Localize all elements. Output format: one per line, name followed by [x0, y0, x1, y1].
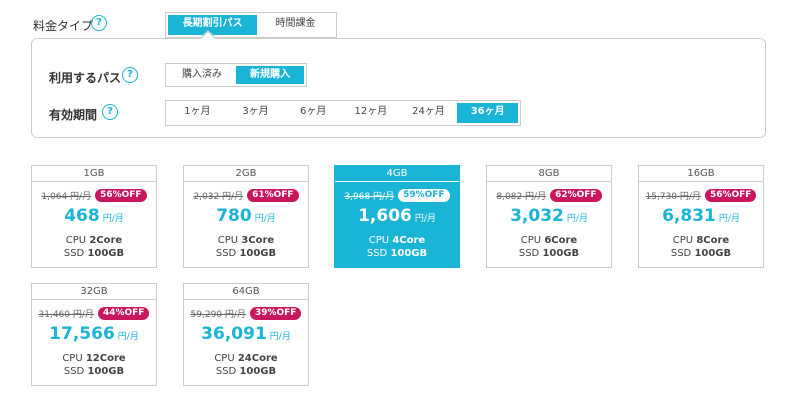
ssd-spec: 100GB: [390, 248, 428, 259]
plan-card-16gb[interactable]: 16GB 15,730 円/月 56%OFF 6,831 円/月 CPU 8Core…: [638, 165, 764, 268]
plan-price: 468: [64, 206, 100, 226]
cpu-spec: 24Core: [237, 353, 278, 364]
cpu-label: CPU: [520, 235, 542, 246]
plan-name: 16GB: [639, 166, 763, 182]
ssd-spec: 100GB: [542, 248, 580, 259]
use-pass-option-new[interactable]: 新規購入: [236, 66, 304, 84]
ssd-label: SSD: [518, 248, 540, 259]
plan-card-1gb[interactable]: 1GB 1,064 円/月 56%OFF 468 円/月 CPU 2Core SSD …: [31, 165, 157, 268]
plan-name: 32GB: [32, 284, 156, 300]
validity-option-36m[interactable]: 36ヶ月: [457, 103, 519, 123]
validity-toggle: 1ヶ月 3ヶ月 6ヶ月 12ヶ月 24ヶ月 36ヶ月: [165, 100, 521, 126]
plan-price: 17,566: [49, 324, 115, 344]
validity-help-icon[interactable]: ?: [102, 104, 118, 120]
fee-type-help-icon[interactable]: ?: [91, 15, 107, 31]
price-unit: 円/月: [414, 214, 436, 224]
cpu-label: CPU: [62, 353, 83, 364]
discount-badge: 56%OFF: [95, 188, 147, 202]
use-pass-label: 利用するパス: [49, 71, 122, 85]
original-price: 2,032 円/月: [193, 191, 244, 202]
use-pass-help-icon[interactable]: ?: [122, 67, 138, 83]
plan-name: 64GB: [184, 284, 308, 300]
plan-price: 1,606: [358, 206, 412, 226]
ssd-label: SSD: [63, 248, 85, 259]
cpu-spec: 4Core: [392, 235, 426, 246]
cpu-label: CPU: [368, 235, 390, 246]
original-price: 59,290 円/月: [190, 309, 246, 320]
cpu-label: CPU: [672, 235, 694, 246]
plan-card-4gb[interactable]: 4GB 3,968 円/月 59%OFF 1,606 円/月 CPU 4Core SS…: [334, 165, 460, 268]
plan-name: 2GB: [184, 166, 308, 182]
plan-name: 8GB: [487, 166, 611, 182]
cpu-label: CPU: [65, 235, 87, 246]
use-pass-option-purchased[interactable]: 購入済み: [168, 66, 236, 84]
use-pass-toggle: 購入済み 新規購入: [165, 63, 307, 87]
cpu-spec: 2Core: [89, 235, 123, 246]
validity-option-12m[interactable]: 12ヶ月: [342, 103, 400, 123]
discount-badge: 62%OFF: [550, 188, 602, 202]
plan-card-8gb[interactable]: 8GB 8,082 円/月 62%OFF 3,032 円/月 CPU 6Core SS…: [486, 165, 612, 268]
plan-price: 6,831: [662, 206, 716, 226]
cpu-label: CPU: [217, 235, 239, 246]
ssd-label: SSD: [63, 366, 85, 377]
ssd-spec: 100GB: [87, 248, 125, 259]
cpu-spec: 3Core: [241, 235, 275, 246]
price-unit: 円/月: [269, 332, 291, 342]
discount-badge: 61%OFF: [247, 188, 299, 202]
ssd-spec: 100GB: [694, 248, 732, 259]
validity-option-1m[interactable]: 1ヶ月: [168, 103, 227, 123]
original-price: 15,730 円/月: [645, 191, 701, 202]
plan-card-32gb[interactable]: 32GB 31,460 円/月 44%OFF 17,566 円/月 CPU 12Co…: [31, 283, 157, 386]
discount-badge: 44%OFF: [97, 306, 150, 320]
price-unit: 円/月: [566, 214, 588, 224]
validity-option-3m[interactable]: 3ヶ月: [227, 103, 285, 123]
ssd-spec: 100GB: [87, 366, 125, 377]
plan-name: 4GB: [335, 166, 459, 182]
ssd-label: SSD: [215, 248, 237, 259]
cpu-label: CPU: [214, 353, 235, 364]
discount-badge: 59%OFF: [398, 188, 450, 202]
price-unit: 円/月: [718, 214, 740, 224]
ssd-label: SSD: [215, 366, 237, 377]
ssd-spec: 100GB: [239, 248, 277, 259]
price-unit: 円/月: [117, 332, 139, 342]
fee-type-toggle: 長期割引パス 時間課金: [165, 12, 337, 38]
fee-type-label: 料金タイプ: [33, 19, 94, 33]
price-unit: 円/月: [254, 214, 276, 224]
cpu-spec: 12Core: [85, 353, 126, 364]
original-price: 8,082 円/月: [496, 191, 547, 202]
original-price: 1,064 円/月: [41, 191, 92, 202]
ssd-spec: 100GB: [239, 366, 277, 377]
validity-option-6m[interactable]: 6ヶ月: [284, 103, 342, 123]
ssd-label: SSD: [366, 248, 388, 259]
plan-price: 780: [216, 206, 252, 226]
plan-price: 3,032: [510, 206, 564, 226]
price-unit: 円/月: [102, 214, 124, 224]
original-price: 3,968 円/月: [344, 191, 395, 202]
discount-badge: 39%OFF: [249, 306, 302, 320]
plan-price: 36,091: [201, 324, 267, 344]
plan-card-2gb[interactable]: 2GB 2,032 円/月 61%OFF 780 円/月 CPU 3Core SSD …: [183, 165, 309, 268]
original-price: 31,460 円/月: [38, 309, 94, 320]
validity-option-24m[interactable]: 24ヶ月: [400, 103, 458, 123]
plan-card-64gb[interactable]: 64GB 59,290 円/月 39%OFF 36,091 円/月 CPU 24Co…: [183, 283, 309, 386]
discount-badge: 56%OFF: [704, 188, 757, 202]
plan-name: 1GB: [32, 166, 156, 182]
validity-label: 有効期間: [49, 108, 98, 122]
ssd-label: SSD: [670, 248, 692, 259]
fee-type-option-hourly[interactable]: 時間課金: [257, 15, 334, 35]
cpu-spec: 6Core: [544, 235, 578, 246]
cpu-spec: 8Core: [696, 235, 730, 246]
